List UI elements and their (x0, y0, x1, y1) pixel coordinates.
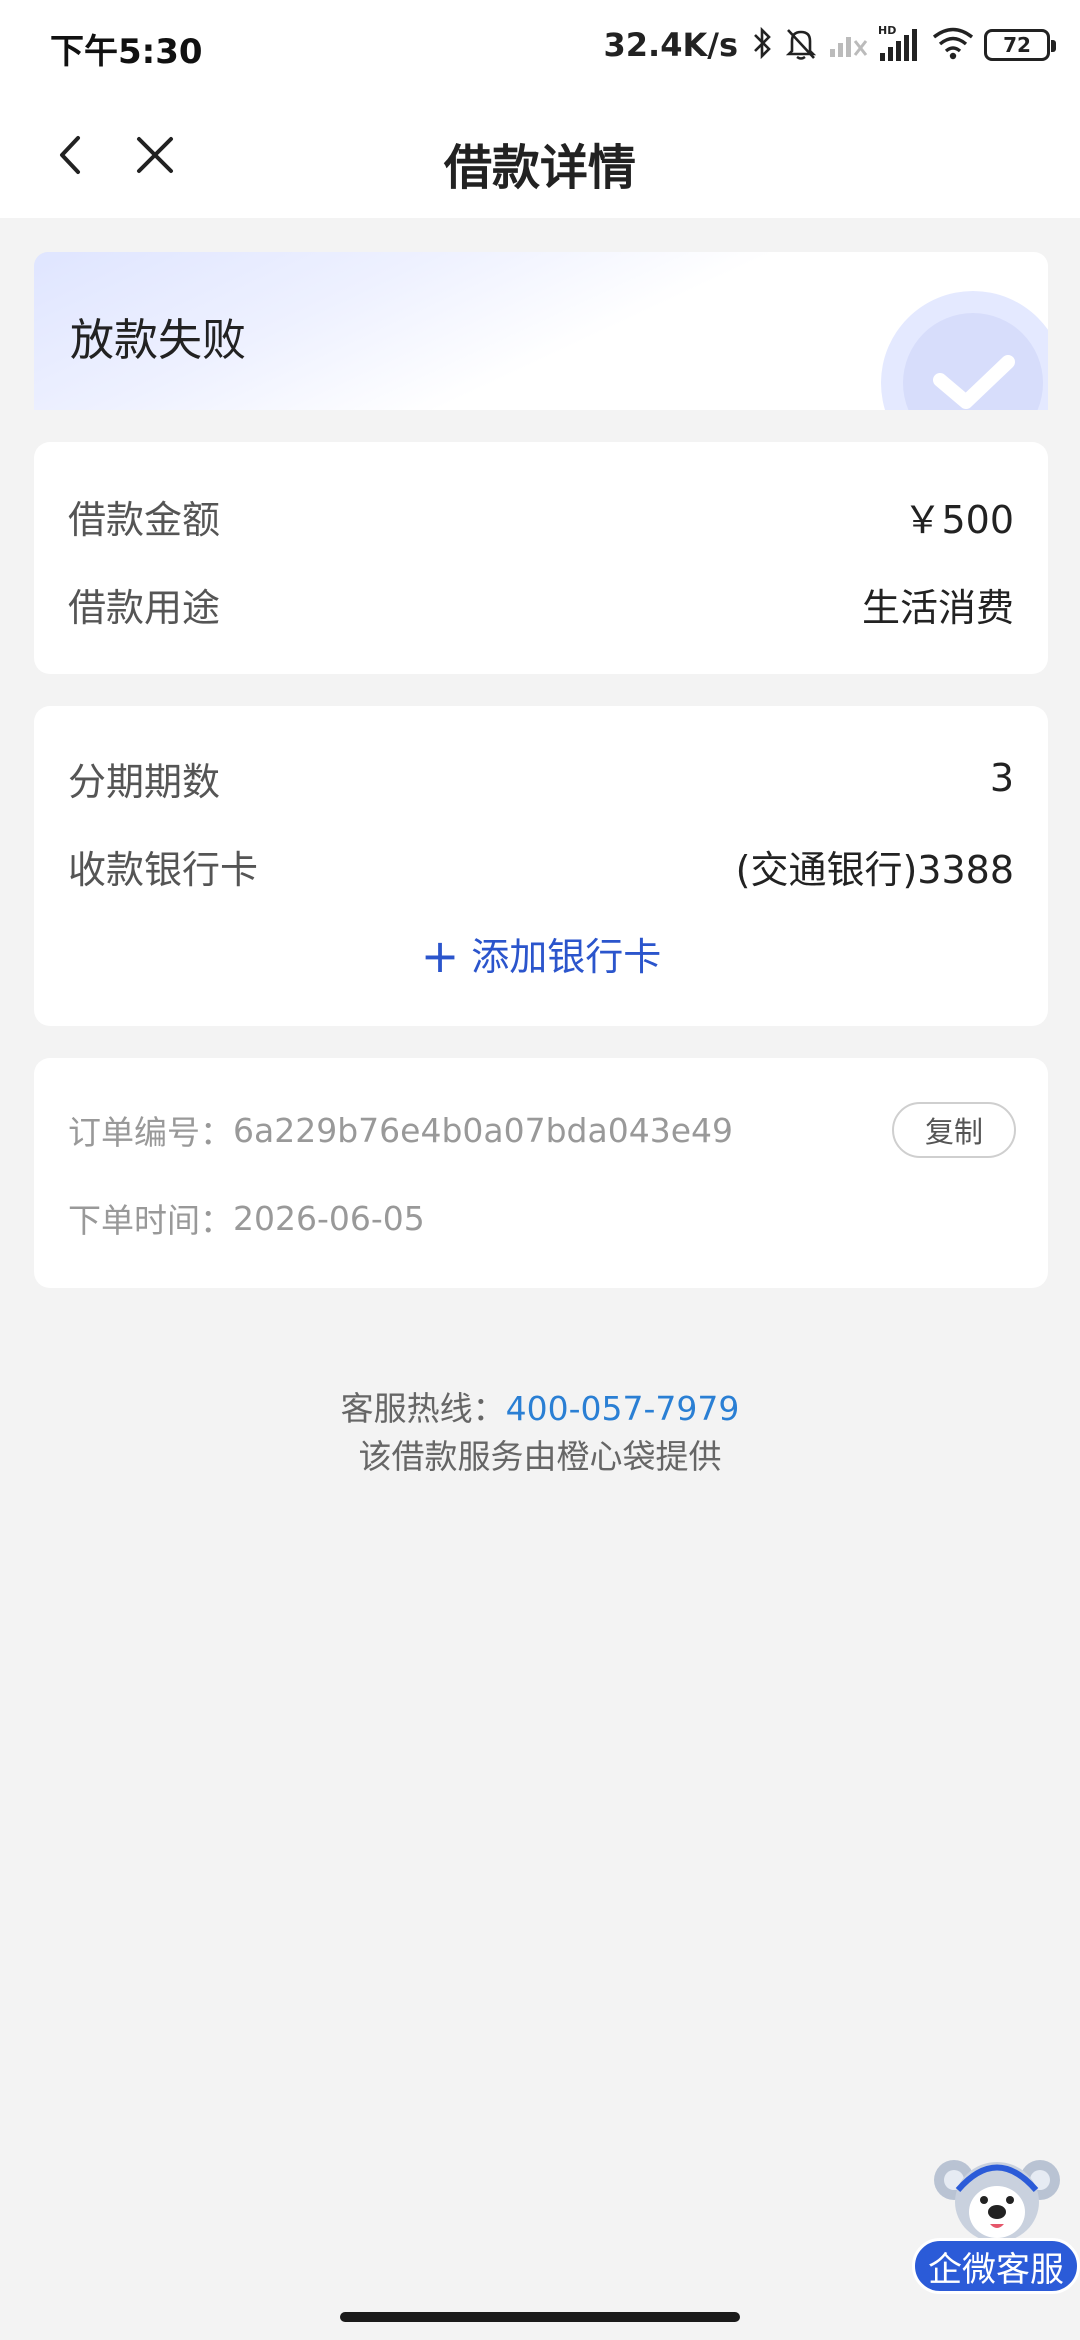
add-bank-card-label: 添加银行卡 (471, 935, 662, 979)
installment-periods-label: 分期期数 (68, 759, 221, 804)
add-bank-card-button[interactable]: + 添加银行卡 (34, 926, 1048, 983)
loan-amount-label: 借款金额 (68, 497, 221, 542)
plus-icon: + (420, 929, 460, 983)
order-time-row: 下单时间： 2026-06-05 (68, 1188, 1014, 1248)
status-icons: 32.4K/s HD 72 (603, 20, 1056, 70)
loan-purpose-value: 生活消费 (861, 585, 1014, 630)
hotline-number-link[interactable]: 400-057-7979 (506, 1389, 740, 1428)
bank-card-row: 收款银行卡 (交通银行)3388 (68, 836, 1014, 896)
bank-card-value: (交通银行)3388 (735, 847, 1014, 892)
customer-service-label: 企微客服 (912, 2238, 1080, 2294)
network-speed: 32.4K/s (603, 26, 738, 64)
hotline-label: 客服热线： (340, 1389, 506, 1428)
order-number-label: 订单编号： (68, 1113, 233, 1152)
page-title: 借款详情 (443, 140, 636, 196)
hotline-line: 客服热线：400-057-7979 (0, 1382, 1080, 1430)
floating-customer-service[interactable]: 企微客服 (912, 2150, 1080, 2294)
koala-mascot-icon (932, 2150, 1062, 2250)
installment-periods-row: 分期期数 3 (68, 748, 1014, 808)
copy-button[interactable]: 复制 (892, 1102, 1016, 1158)
wifi-icon (932, 26, 974, 64)
bell-off-icon (784, 25, 818, 65)
check-circle-icon (878, 288, 1048, 410)
battery-indicator: 72 (984, 29, 1056, 61)
installment-card: 分期期数 3 收款银行卡 (交通银行)3388 + 添加银行卡 (34, 706, 1048, 1026)
loan-status-card: 放款失败 (34, 252, 1048, 410)
bluetooth-icon (752, 25, 774, 65)
home-indicator[interactable] (340, 2312, 740, 2322)
loan-amount-row: 借款金额 ￥500 (68, 486, 1014, 546)
svg-text:HD: HD (878, 24, 896, 37)
loan-purpose-row: 借款用途 生活消费 (68, 574, 1014, 634)
nav-bar: 借款详情 (0, 92, 1080, 218)
order-info-card: 订单编号： 6a229b76e4b0a07bda043e49 复制 下单时间： … (34, 1058, 1048, 1288)
loan-status-text: 放款失败 (70, 315, 246, 366)
signal-weak-icon (828, 27, 868, 63)
installment-periods-value: 3 (989, 756, 1014, 800)
order-time-value: 2026-06-05 (233, 1198, 425, 1238)
loan-info-card: 借款金额 ￥500 借款用途 生活消费 (34, 442, 1048, 674)
signal-hd-icon: HD (878, 23, 922, 67)
status-time: 下午5:30 (50, 32, 203, 72)
bank-card-label: 收款银行卡 (68, 847, 259, 892)
status-bar: 下午5:30 32.4K/s HD 72 (0, 0, 1080, 92)
order-time-label: 下单时间： (68, 1201, 233, 1240)
provider-text: 该借款服务由橙心袋提供 (358, 1437, 722, 1476)
loan-purpose-label: 借款用途 (68, 585, 221, 630)
order-number-row: 订单编号： 6a229b76e4b0a07bda043e49 (68, 1100, 848, 1160)
loan-amount-value: ￥500 (903, 497, 1014, 542)
order-number-value: 6a229b76e4b0a07bda043e49 (233, 1110, 733, 1150)
